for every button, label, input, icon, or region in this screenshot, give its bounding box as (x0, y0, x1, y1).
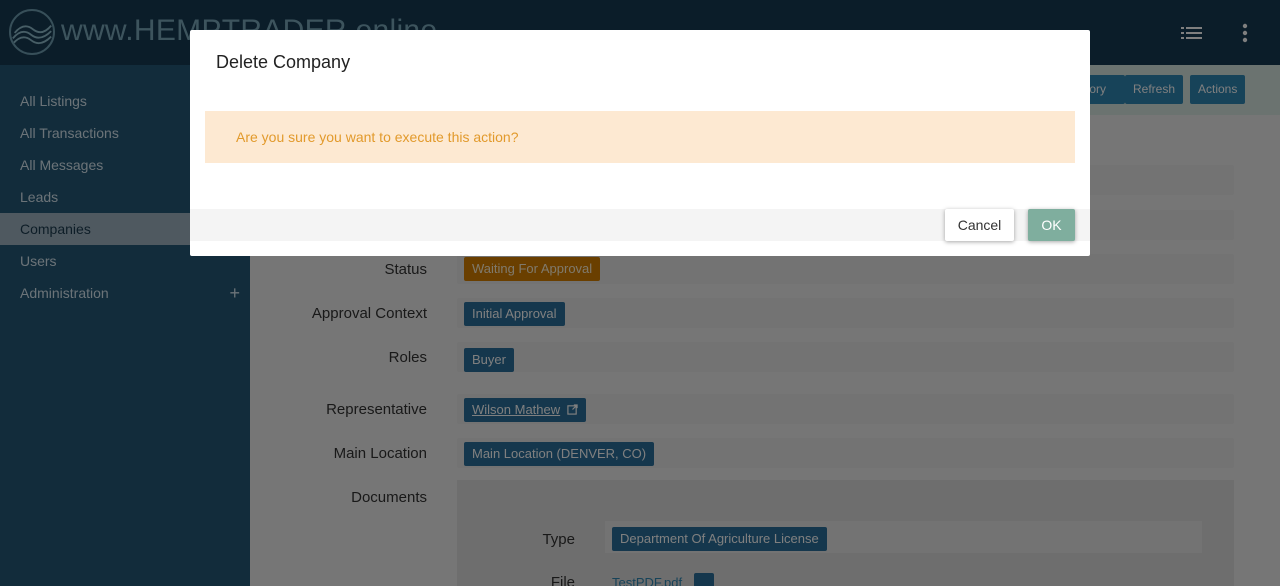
confirmation-alert: Are you sure you want to execute this ac… (205, 111, 1075, 163)
ok-button[interactable]: OK (1028, 209, 1075, 241)
cancel-button[interactable]: Cancel (945, 209, 1014, 241)
dialog-title: Delete Company (216, 52, 351, 72)
delete-company-dialog: Delete Company Are you sure you want to … (190, 30, 1090, 256)
